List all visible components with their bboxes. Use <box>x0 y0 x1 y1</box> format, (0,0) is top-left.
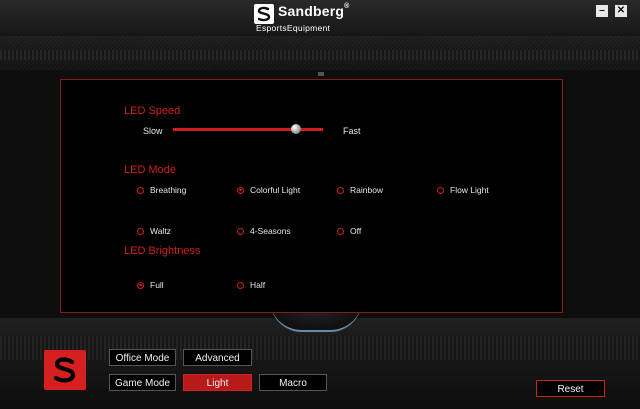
macro-button[interactable]: Macro <box>259 374 327 391</box>
panel-handle <box>318 72 324 76</box>
radio-label: Breathing <box>150 185 187 195</box>
advanced-button[interactable]: Advanced <box>183 349 252 366</box>
radio-full[interactable]: Full <box>137 280 164 290</box>
radio-waltz[interactable]: Waltz <box>137 226 171 236</box>
radio-circle-icon <box>137 281 144 289</box>
radio-off[interactable]: Off <box>337 226 361 236</box>
radio-breathing[interactable]: Breathing <box>137 185 186 195</box>
speed-max-label: Fast <box>343 126 361 136</box>
brand-subtitle: EsportsEquipment <box>256 23 331 33</box>
led-brightness-title: LED Brightness <box>124 245 201 257</box>
radio-colorful-light[interactable]: Colorful Light <box>237 185 300 195</box>
radio-circle-icon <box>237 186 244 194</box>
radio-label: Colorful Light <box>250 185 301 195</box>
radio-label: Flow Light <box>450 185 489 195</box>
game-mode-button[interactable]: Game Mode <box>109 374 176 391</box>
radio-label: Full <box>150 280 164 290</box>
radio-half[interactable]: Half <box>237 280 265 290</box>
sandberg-s-logo-icon <box>254 4 274 24</box>
radio-circle-icon <box>237 281 244 289</box>
radio-label: 4-Seasons <box>250 226 291 236</box>
registered-mark: ® <box>344 3 350 10</box>
light-button[interactable]: Light <box>183 374 252 391</box>
radio-label: Off <box>350 226 362 236</box>
radio-circle-icon <box>337 186 344 194</box>
led-speed-slider[interactable] <box>173 124 323 134</box>
radio-label: Rainbow <box>350 185 384 195</box>
title-bar: Sandberg® EsportsEquipment – ✕ <box>0 0 640 36</box>
header-decoration-band <box>0 36 640 70</box>
radio-rainbow[interactable]: Rainbow <box>337 185 383 195</box>
radio-label: Half <box>250 280 266 290</box>
led-speed-title: LED Speed <box>124 105 181 117</box>
radio-circle-icon <box>137 227 144 235</box>
radio-circle-icon <box>437 186 444 194</box>
minimize-button[interactable]: – <box>596 5 608 17</box>
office-mode-button[interactable]: Office Mode <box>109 349 176 366</box>
radio-label: Waltz <box>150 226 171 236</box>
radio-circle-icon <box>137 186 144 194</box>
led-mode-title: LED Mode <box>124 164 176 176</box>
sandberg-logo-icon <box>44 350 86 390</box>
radio-flow-light[interactable]: Flow Light <box>437 185 489 195</box>
led-settings-panel: LED Speed Slow Fast LED Mode Breathing C… <box>60 79 563 313</box>
brand-name: Sandberg® <box>278 3 350 19</box>
radio-circle-icon <box>237 227 244 235</box>
reset-button[interactable]: Reset <box>536 380 605 397</box>
radio-circle-icon <box>337 227 344 235</box>
radio-4-seasons[interactable]: 4-Seasons <box>237 226 291 236</box>
speed-min-label: Slow <box>143 126 163 136</box>
slider-thumb[interactable] <box>291 124 301 134</box>
close-button[interactable]: ✕ <box>615 5 627 17</box>
brand-logo: Sandberg® EsportsEquipment <box>254 3 354 34</box>
